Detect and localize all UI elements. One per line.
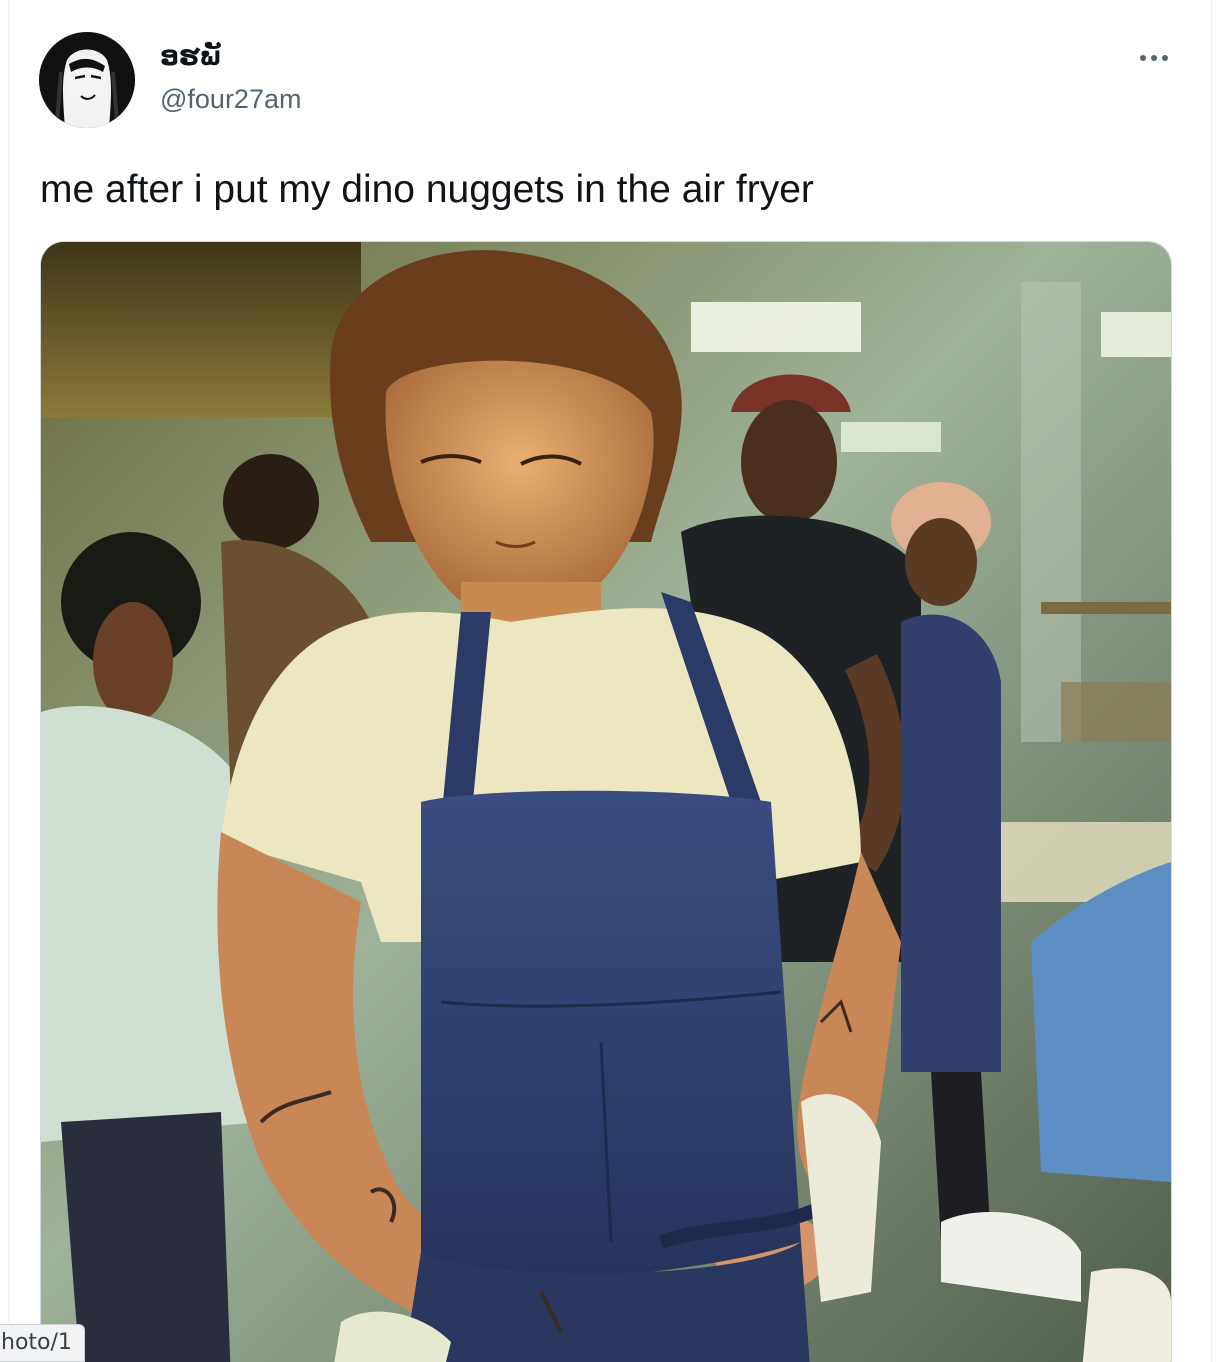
tweet-media-photo[interactable] <box>40 241 1172 1362</box>
more-options-button[interactable] <box>1128 40 1180 76</box>
more-dot-icon <box>1162 55 1168 61</box>
more-dot-icon <box>1151 55 1157 61</box>
author-handle[interactable]: @four27am <box>160 84 301 115</box>
tweet-page: ອຮພັ @four27am me after i put my dino nu… <box>0 0 1218 1362</box>
tweet-text: me after i put my dino nuggets in the ai… <box>40 168 814 211</box>
browser-status-url: hoto/1 <box>0 1324 85 1362</box>
timeline-right-border <box>1211 0 1218 1362</box>
author-display-name[interactable]: ອຮພັ <box>160 42 222 72</box>
kitchen-photo <box>41 242 1171 1362</box>
avatar-image <box>39 32 135 128</box>
more-dot-icon <box>1140 55 1146 61</box>
author-avatar[interactable] <box>39 32 135 128</box>
timeline-left-border <box>0 0 9 1362</box>
